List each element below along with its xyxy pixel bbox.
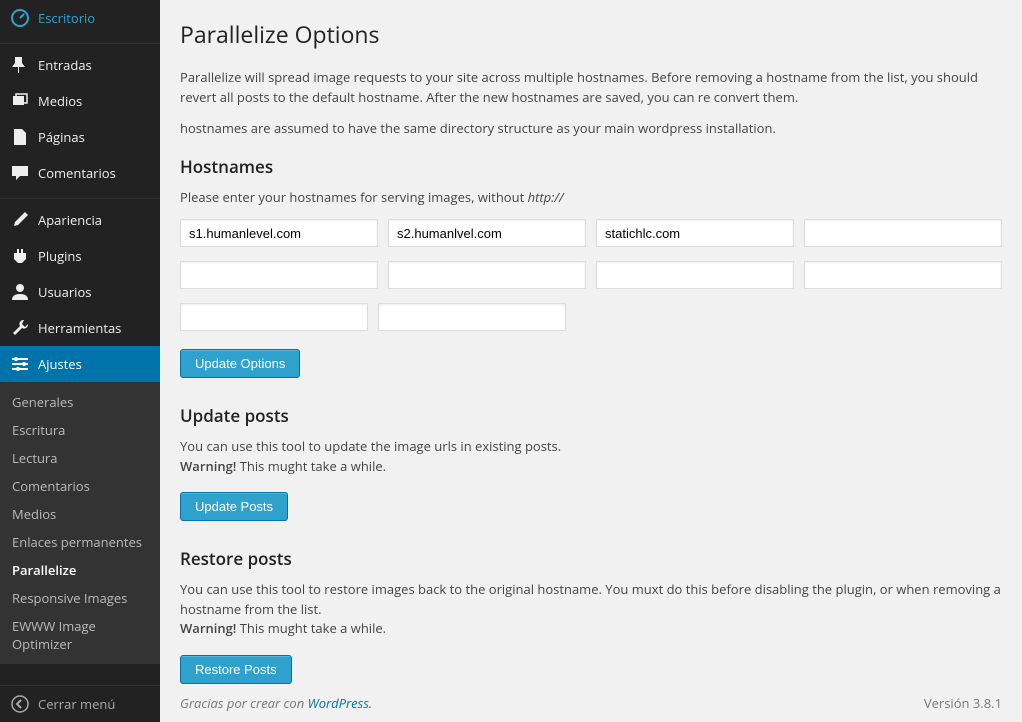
collapse-menu-button[interactable]: Cerrar menú	[0, 685, 160, 722]
version-label: Versión 3.8.1	[924, 694, 1002, 712]
submenu-item-comentarios[interactable]: Comentarios	[0, 472, 160, 500]
sidebar-item-paginas[interactable]: Páginas	[0, 119, 160, 155]
update-posts-heading: Update posts	[180, 404, 1002, 427]
page-icon	[10, 127, 30, 147]
sidebar-item-label: Plugins	[38, 247, 82, 265]
main-content: Parallelize Options Parallelize will spr…	[160, 0, 1022, 722]
sidebar-item-ajustes[interactable]: Ajustes	[0, 346, 160, 382]
sidebar-item-escritorio[interactable]: Escritorio	[0, 0, 160, 36]
hostname-input-6[interactable]	[388, 261, 586, 289]
admin-sidebar: Escritorio Entradas Medios Páginas Comen…	[0, 0, 160, 722]
hostname-input-10[interactable]	[378, 303, 566, 331]
submenu-item-ewww[interactable]: EWWW Image Optimizer	[0, 612, 160, 658]
wordpress-link[interactable]: WordPress.	[308, 694, 373, 712]
hostname-input-2[interactable]	[388, 219, 586, 247]
sidebar-item-entradas[interactable]: Entradas	[0, 47, 160, 83]
restore-posts-heading: Restore posts	[180, 547, 1002, 570]
hostname-input-7[interactable]	[596, 261, 794, 289]
update-options-button[interactable]: Update Options	[180, 349, 300, 378]
sidebar-item-label: Entradas	[38, 56, 92, 74]
sidebar-item-herramientas[interactable]: Herramientas	[0, 310, 160, 346]
hostnames-row-3	[180, 303, 1002, 331]
submenu-item-generales[interactable]: Generales	[0, 388, 160, 416]
hostnames-row-2	[180, 261, 1002, 289]
sidebar-item-plugins[interactable]: Plugins	[0, 238, 160, 274]
wrench-icon	[10, 318, 30, 338]
sidebar-item-label: Usuarios	[38, 283, 91, 301]
update-posts-description: You can use this tool to update the imag…	[180, 437, 1002, 476]
collapse-menu-label: Cerrar menú	[38, 695, 115, 713]
sidebar-item-label: Escritorio	[38, 9, 95, 27]
restore-posts-description: You can use this tool to restore images …	[180, 580, 1002, 639]
update-posts-button[interactable]: Update Posts	[180, 492, 288, 521]
hostname-input-5[interactable]	[180, 261, 378, 289]
sidebar-item-label: Ajustes	[38, 355, 82, 373]
intro-paragraph-2: hostnames are assumed to have the same d…	[180, 119, 1002, 139]
dashboard-icon	[10, 8, 30, 28]
sidebar-item-label: Herramientas	[38, 319, 121, 337]
submenu-item-medios[interactable]: Medios	[0, 500, 160, 528]
sidebar-item-label: Páginas	[38, 128, 85, 146]
user-icon	[10, 282, 30, 302]
hostname-input-4[interactable]	[804, 219, 1002, 247]
submenu-item-escritura[interactable]: Escritura	[0, 416, 160, 444]
sliders-icon	[10, 354, 30, 374]
settings-submenu: Generales Escritura Lectura Comentarios …	[0, 382, 160, 664]
hostname-input-9[interactable]	[180, 303, 368, 331]
sidebar-item-usuarios[interactable]: Usuarios	[0, 274, 160, 310]
intro-paragraph-1: Parallelize will spread image requests t…	[180, 68, 1002, 107]
submenu-item-responsive-images[interactable]: Responsive Images	[0, 584, 160, 612]
hostname-input-3[interactable]	[596, 219, 794, 247]
page-title: Parallelize Options	[180, 18, 1002, 50]
media-icon	[10, 91, 30, 111]
brush-icon	[10, 210, 30, 230]
hostnames-row-1	[180, 219, 1002, 247]
menu-separator	[0, 194, 160, 199]
sidebar-item-comentarios[interactable]: Comentarios	[0, 155, 160, 191]
submenu-item-lectura[interactable]: Lectura	[0, 444, 160, 472]
sidebar-item-label: Comentarios	[38, 164, 116, 182]
plugin-icon	[10, 246, 30, 266]
sidebar-item-label: Apariencia	[38, 211, 102, 229]
admin-footer: Gracias por crear con WordPress. Versión…	[160, 684, 1022, 722]
hostname-input-1[interactable]	[180, 219, 378, 247]
sidebar-item-label: Medios	[38, 92, 82, 110]
footer-thanks: Gracias por crear con WordPress.	[180, 694, 372, 712]
hostnames-hint: Please enter your hostnames for serving …	[180, 188, 1002, 208]
submenu-item-parallelize[interactable]: Parallelize	[0, 556, 160, 584]
sidebar-item-apariencia[interactable]: Apariencia	[0, 202, 160, 238]
hostnames-heading: Hostnames	[180, 155, 1002, 178]
sidebar-item-medios[interactable]: Medios	[0, 83, 160, 119]
hostname-input-8[interactable]	[804, 261, 1002, 289]
submenu-item-enlaces[interactable]: Enlaces permanentes	[0, 528, 160, 556]
restore-posts-button[interactable]: Restore Posts	[180, 655, 292, 684]
menu-separator	[0, 39, 160, 44]
pin-icon	[10, 55, 30, 75]
comment-icon	[10, 163, 30, 183]
collapse-icon	[10, 694, 30, 714]
